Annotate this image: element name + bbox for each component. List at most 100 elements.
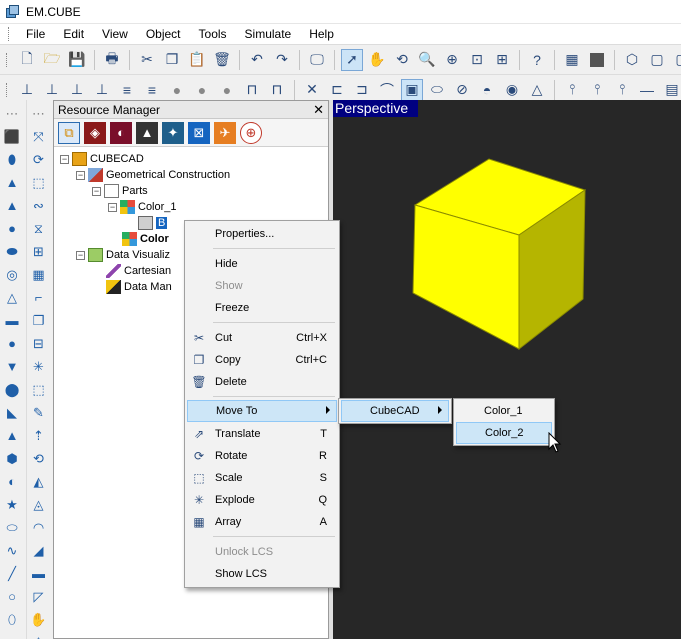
tab-emgrid-icon[interactable]: ✦ <box>162 121 184 144</box>
delete-icon[interactable]: 🗑 <box>211 49 233 71</box>
copy-icon[interactable]: ❐ <box>161 49 183 71</box>
scale-obj-icon[interactable]: ⬚ <box>29 173 49 192</box>
back-view-icon[interactable]: ▢ <box>671 49 681 71</box>
rect-icon[interactable]: ▬ <box>2 311 22 330</box>
menu-item-show-lcs[interactable]: Show LCS <box>187 563 337 585</box>
menu-item-explode[interactable]: ✳ Explode Q <box>187 489 337 511</box>
menu-simulate[interactable]: Simulate <box>236 25 301 43</box>
grid-icon[interactable]: ▦ <box>561 49 583 71</box>
open-folder-icon[interactable]: 🗁 <box>41 49 63 71</box>
zoom-window-icon[interactable]: ⊕ <box>441 49 463 71</box>
toolbar-grip[interactable] <box>6 52 7 67</box>
mesh-icon[interactable]: ▣ <box>401 78 423 101</box>
align-7-icon[interactable]: ⊓ <box>241 79 263 101</box>
redo-icon[interactable]: ↷ <box>271 49 293 71</box>
snowflake-icon[interactable]: ❄ <box>29 633 49 639</box>
boolean-intersect-icon[interactable]: ⊐ <box>351 79 373 101</box>
menu-item-freeze[interactable]: Freeze <box>187 297 337 319</box>
fillet-obj-icon[interactable]: ◠ <box>29 518 49 537</box>
fillet-icon[interactable]: ◓ <box>476 79 498 101</box>
wedge-icon[interactable]: ◣ <box>2 403 22 422</box>
menu-item-scale[interactable]: ⬚ Scale S <box>187 467 337 489</box>
menu-item-copy[interactable]: ❐ Copy Ctrl+C <box>187 349 337 371</box>
yellow-cube[interactable] <box>409 155 589 355</box>
grip-icon[interactable]: ⋯ <box>2 104 22 123</box>
solid-icon[interactable]: ⬚ <box>29 380 49 399</box>
wave-icon[interactable]: ∿ <box>2 541 22 560</box>
tree-row-color-1[interactable]: − Color_1 <box>60 199 328 215</box>
undo-icon[interactable]: ↶ <box>246 49 268 71</box>
menu-file[interactable]: File <box>17 25 54 43</box>
circle-2-icon[interactable]: ● <box>191 79 213 101</box>
tab-emterrano-icon[interactable]: ▲ <box>136 121 158 144</box>
submenu-item-color-1[interactable]: Color_1 <box>456 400 552 422</box>
polyline-icon[interactable]: ⌐ <box>29 288 49 307</box>
funnel-icon[interactable]: ▼ <box>2 357 22 376</box>
zoom-icon[interactable]: 🔍 <box>416 49 438 71</box>
tab-cubecad-icon[interactable]: ⧉ <box>58 121 80 144</box>
circle-3-icon[interactable]: ● <box>216 79 238 101</box>
toolbar-grip[interactable] <box>6 82 7 97</box>
help-icon[interactable]: ? <box>526 49 548 71</box>
align-3-icon[interactable]: ⊥ <box>66 79 88 101</box>
cylinder-icon[interactable]: ⬮ <box>2 150 22 169</box>
zoom-in-icon[interactable]: ⊞ <box>491 49 513 71</box>
menu-tools[interactable]: Tools <box>190 25 236 43</box>
box-icon[interactable]: ⬛ <box>2 127 22 146</box>
tick-3-icon[interactable]: ⫯ <box>611 79 633 101</box>
cut-icon[interactable]: ✂ <box>136 49 158 71</box>
iso-view-icon[interactable]: ⬡ <box>621 49 643 71</box>
grip-icon[interactable]: ⋯ <box>29 104 49 123</box>
tab-emtempo-icon[interactable]: ◈ <box>84 121 106 144</box>
bar-icon[interactable]: ▬ <box>29 564 49 583</box>
sweep-obj-icon[interactable]: ◬ <box>29 495 49 514</box>
hand-obj-icon[interactable]: ✋ <box>29 610 49 629</box>
new-file-icon[interactable]: 🗋 <box>16 49 38 71</box>
line-icon[interactable]: — <box>636 79 658 101</box>
chamfer-icon[interactable]: ◢ <box>29 541 49 560</box>
print-icon[interactable]: 🖶 <box>101 49 123 71</box>
boolean-union-icon[interactable]: ⊏ <box>326 79 348 101</box>
lens-icon[interactable]: ⬭ <box>2 518 22 537</box>
3d-viewport[interactable]: Perspective <box>333 100 681 639</box>
surface-icon[interactable]: ◸ <box>29 587 49 606</box>
ellipsoid-icon[interactable]: ⬬ <box>2 242 22 261</box>
menu-item-delete[interactable]: 🗑 Delete <box>187 371 337 393</box>
tetrahedron-icon[interactable]: △ <box>2 288 22 307</box>
shell-icon[interactable]: ⬭ <box>426 79 448 101</box>
display-icon[interactable]: 🖵 <box>306 49 328 71</box>
pen-icon[interactable]: ✎ <box>29 403 49 422</box>
tab-emliberty-icon[interactable]: ✈ <box>214 121 236 144</box>
menu-view[interactable]: View <box>93 25 137 43</box>
boolean-subtract-icon[interactable]: ✕ <box>301 79 323 101</box>
align-1-icon[interactable]: ⊥ <box>16 79 38 101</box>
array-obj-icon[interactable]: ▦ <box>29 265 49 284</box>
zoom-extents-icon[interactable]: ⊡ <box>466 49 488 71</box>
circle-icon[interactable]: ● <box>2 334 22 353</box>
menu-item-properties[interactable]: Properties... <box>187 223 337 245</box>
copy-obj-icon[interactable]: ❐ <box>29 311 49 330</box>
extrude-icon[interactable]: ⇡ <box>29 426 49 445</box>
loft-icon[interactable]: ⊘ <box>451 79 473 101</box>
split-icon[interactable]: ⊟ <box>29 334 49 353</box>
save-icon[interactable]: 💾 <box>66 49 88 71</box>
collapse-icon[interactable]: − <box>76 250 85 260</box>
sweep-icon[interactable]: ⌒ <box>376 79 398 101</box>
align-6-icon[interactable]: ≡ <box>141 79 163 101</box>
align-4-icon[interactable]: ⊥ <box>91 79 113 101</box>
tree-row-geometrical-construction[interactable]: − Geometrical Construction <box>60 167 328 183</box>
circle-1-icon[interactable]: ● <box>166 79 188 101</box>
menu-edit[interactable]: Edit <box>54 25 93 43</box>
menu-item-hide[interactable]: Hide <box>187 253 337 275</box>
menu-object[interactable]: Object <box>137 25 190 43</box>
menubar-grip[interactable] <box>8 27 11 41</box>
star-icon[interactable]: ★ <box>2 495 22 514</box>
rotate-view-icon[interactable]: ⟲ <box>391 49 413 71</box>
mirror-icon[interactable]: ⧖ <box>29 219 49 238</box>
collapse-icon[interactable]: − <box>92 186 101 196</box>
close-icon[interactable]: ✕ <box>313 102 324 118</box>
collapse-icon[interactable]: − <box>60 154 69 164</box>
menu-item-array[interactable]: ▦ Array A <box>187 511 337 533</box>
align-8-icon[interactable]: ⊓ <box>266 79 288 101</box>
fill-icon[interactable] <box>586 49 608 71</box>
